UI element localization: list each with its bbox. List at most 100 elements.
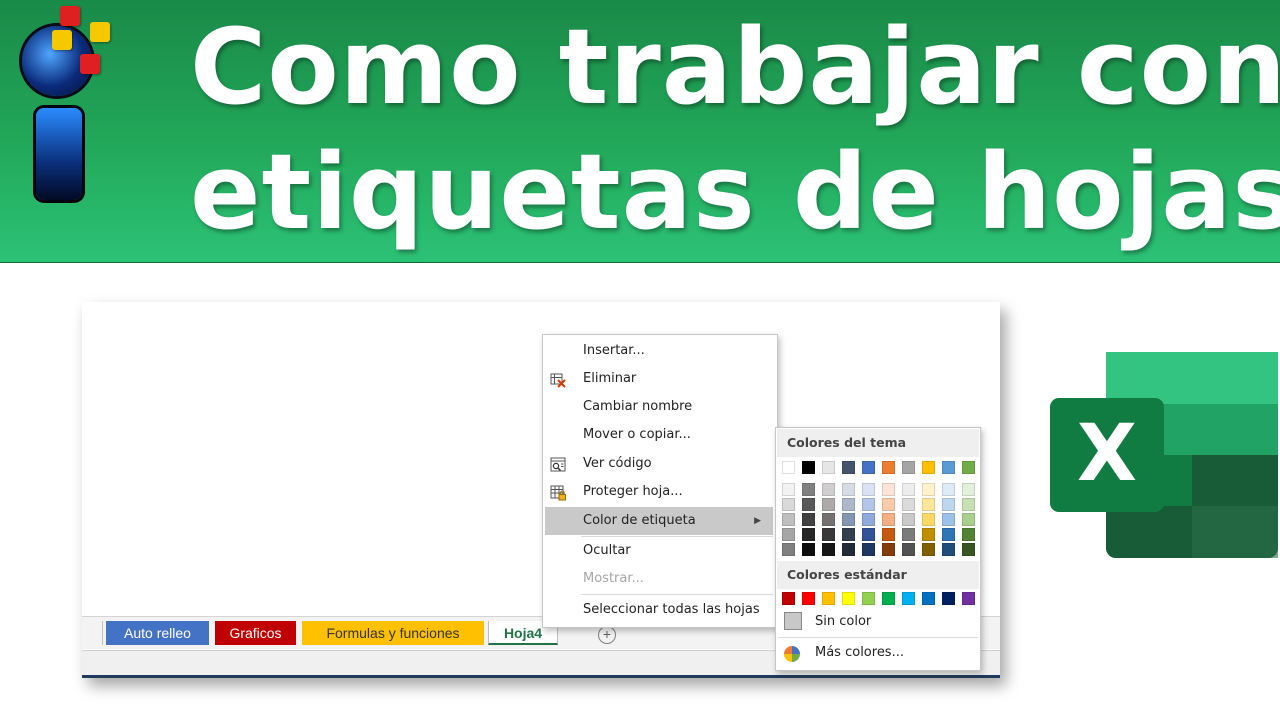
standard-colors-header: Colores estándar bbox=[777, 561, 979, 589]
standard-color-swatch[interactable] bbox=[942, 592, 955, 605]
theme-shade-swatch[interactable] bbox=[822, 528, 835, 541]
standard-color-swatch[interactable] bbox=[862, 592, 875, 605]
menu-separator bbox=[581, 594, 773, 595]
standard-color-swatch[interactable] bbox=[922, 592, 935, 605]
theme-shade-swatch[interactable] bbox=[862, 483, 875, 496]
theme-shade-swatch[interactable] bbox=[882, 483, 895, 496]
theme-shade-swatch[interactable] bbox=[842, 543, 855, 556]
menu-item-insertar[interactable]: Insertar... bbox=[543, 337, 777, 365]
theme-shade-swatch[interactable] bbox=[922, 528, 935, 541]
sheet-tab-formulas[interactable]: Formulas y funciones bbox=[302, 621, 484, 645]
menu-item-cambiar-nombre[interactable]: Cambiar nombre bbox=[543, 393, 777, 421]
theme-shade-swatch[interactable] bbox=[862, 528, 875, 541]
theme-shade-swatch[interactable] bbox=[782, 498, 795, 511]
theme-shade-swatch[interactable] bbox=[862, 498, 875, 511]
menu-item-proteger-hoja[interactable]: Proteger hoja... bbox=[543, 478, 777, 506]
theme-color-swatch[interactable] bbox=[942, 461, 955, 474]
theme-shade-swatch[interactable] bbox=[962, 528, 975, 541]
theme-shade-swatch[interactable] bbox=[922, 483, 935, 496]
theme-shade-swatch[interactable] bbox=[902, 513, 915, 526]
theme-shade-swatch[interactable] bbox=[782, 483, 795, 496]
theme-shade-swatch[interactable] bbox=[902, 498, 915, 511]
theme-shade-swatch[interactable] bbox=[782, 513, 795, 526]
standard-color-swatch[interactable] bbox=[802, 592, 815, 605]
theme-color-swatch[interactable] bbox=[782, 461, 795, 474]
theme-shade-swatch[interactable] bbox=[962, 513, 975, 526]
theme-shade-swatch[interactable] bbox=[842, 498, 855, 511]
theme-shade-swatch[interactable] bbox=[882, 543, 895, 556]
theme-shade-swatch[interactable] bbox=[902, 543, 915, 556]
logo-square-red-2 bbox=[80, 54, 100, 74]
theme-shade-swatch[interactable] bbox=[962, 543, 975, 556]
standard-color-swatch[interactable] bbox=[962, 592, 975, 605]
theme-shade-swatch[interactable] bbox=[942, 513, 955, 526]
no-color-label: Sin color bbox=[815, 614, 872, 629]
menu-item-label: Mover o copiar... bbox=[583, 427, 691, 442]
theme-shade-swatch[interactable] bbox=[882, 498, 895, 511]
theme-shade-swatch[interactable] bbox=[802, 543, 815, 556]
theme-shade-swatch[interactable] bbox=[782, 543, 795, 556]
theme-shade-swatch[interactable] bbox=[882, 513, 895, 526]
theme-colors-header: Colores del tema bbox=[777, 429, 979, 457]
menu-item-label: Mostrar... bbox=[583, 571, 644, 586]
new-sheet-button[interactable]: + bbox=[598, 626, 616, 644]
sheet-tab-context-menu: Insertar... Eliminar Cambiar nombre Move… bbox=[542, 334, 778, 628]
theme-color-swatch[interactable] bbox=[922, 461, 935, 474]
standard-color-swatch[interactable] bbox=[842, 592, 855, 605]
theme-color-swatch[interactable] bbox=[802, 461, 815, 474]
no-color-option[interactable]: Sin color bbox=[777, 608, 979, 636]
menu-item-label: Ver código bbox=[583, 456, 652, 471]
theme-shade-swatch[interactable] bbox=[962, 483, 975, 496]
theme-shade-swatch[interactable] bbox=[962, 498, 975, 511]
theme-shade-swatch[interactable] bbox=[882, 528, 895, 541]
more-colors-option[interactable]: Más colores... bbox=[777, 639, 979, 667]
theme-shade-swatch[interactable] bbox=[902, 528, 915, 541]
theme-color-swatch[interactable] bbox=[862, 461, 875, 474]
menu-item-mostrar: Mostrar... bbox=[543, 565, 777, 593]
theme-shade-swatch[interactable] bbox=[802, 528, 815, 541]
theme-shade-swatch[interactable] bbox=[822, 513, 835, 526]
theme-shade-swatch[interactable] bbox=[842, 528, 855, 541]
menu-item-eliminar[interactable]: Eliminar bbox=[543, 365, 777, 393]
menu-item-ocultar[interactable]: Ocultar bbox=[543, 537, 777, 565]
sheet-tab-auto-relleo[interactable]: Auto relleo bbox=[106, 621, 209, 645]
theme-shade-swatch[interactable] bbox=[822, 543, 835, 556]
theme-shade-swatch[interactable] bbox=[922, 498, 935, 511]
theme-shade-swatch[interactable] bbox=[802, 498, 815, 511]
theme-shade-swatch[interactable] bbox=[842, 513, 855, 526]
logo-square-red-1 bbox=[60, 6, 80, 26]
menu-item-ver-codigo[interactable]: Ver código bbox=[543, 450, 777, 478]
theme-shade-swatch[interactable] bbox=[922, 513, 935, 526]
menu-item-color-etiqueta[interactable]: Color de etiqueta ▶ bbox=[545, 507, 773, 535]
standard-color-swatch[interactable] bbox=[882, 592, 895, 605]
sheet-tab-graficos[interactable]: Graficos bbox=[215, 621, 296, 645]
theme-shade-swatch[interactable] bbox=[862, 513, 875, 526]
theme-color-swatch[interactable] bbox=[902, 461, 915, 474]
theme-shade-swatch[interactable] bbox=[942, 543, 955, 556]
theme-shade-swatch[interactable] bbox=[782, 528, 795, 541]
menu-item-label: Seleccionar todas las hojas bbox=[583, 602, 760, 617]
theme-color-swatch[interactable] bbox=[962, 461, 975, 474]
theme-color-swatch[interactable] bbox=[822, 461, 835, 474]
menu-item-seleccionar-todas[interactable]: Seleccionar todas las hojas bbox=[543, 596, 777, 624]
theme-shade-swatch[interactable] bbox=[942, 528, 955, 541]
standard-color-swatch[interactable] bbox=[902, 592, 915, 605]
theme-shade-swatch[interactable] bbox=[842, 483, 855, 496]
excel-logo-letter: X bbox=[1077, 409, 1137, 499]
theme-shade-swatch[interactable] bbox=[942, 498, 955, 511]
standard-color-swatch[interactable] bbox=[822, 592, 835, 605]
theme-shade-swatch[interactable] bbox=[902, 483, 915, 496]
theme-shade-swatch[interactable] bbox=[862, 543, 875, 556]
theme-shade-swatch[interactable] bbox=[802, 513, 815, 526]
theme-shade-swatch[interactable] bbox=[922, 543, 935, 556]
theme-shade-swatch[interactable] bbox=[822, 498, 835, 511]
theme-shade-swatch[interactable] bbox=[802, 483, 815, 496]
menu-item-label: Proteger hoja... bbox=[583, 484, 683, 499]
theme-shade-swatch[interactable] bbox=[822, 483, 835, 496]
theme-color-swatch[interactable] bbox=[842, 461, 855, 474]
standard-color-swatch[interactable] bbox=[782, 592, 795, 605]
theme-color-swatch[interactable] bbox=[882, 461, 895, 474]
menu-item-label: Color de etiqueta bbox=[583, 513, 696, 528]
menu-item-mover-copiar[interactable]: Mover o copiar... bbox=[543, 421, 777, 449]
theme-shade-swatch[interactable] bbox=[942, 483, 955, 496]
